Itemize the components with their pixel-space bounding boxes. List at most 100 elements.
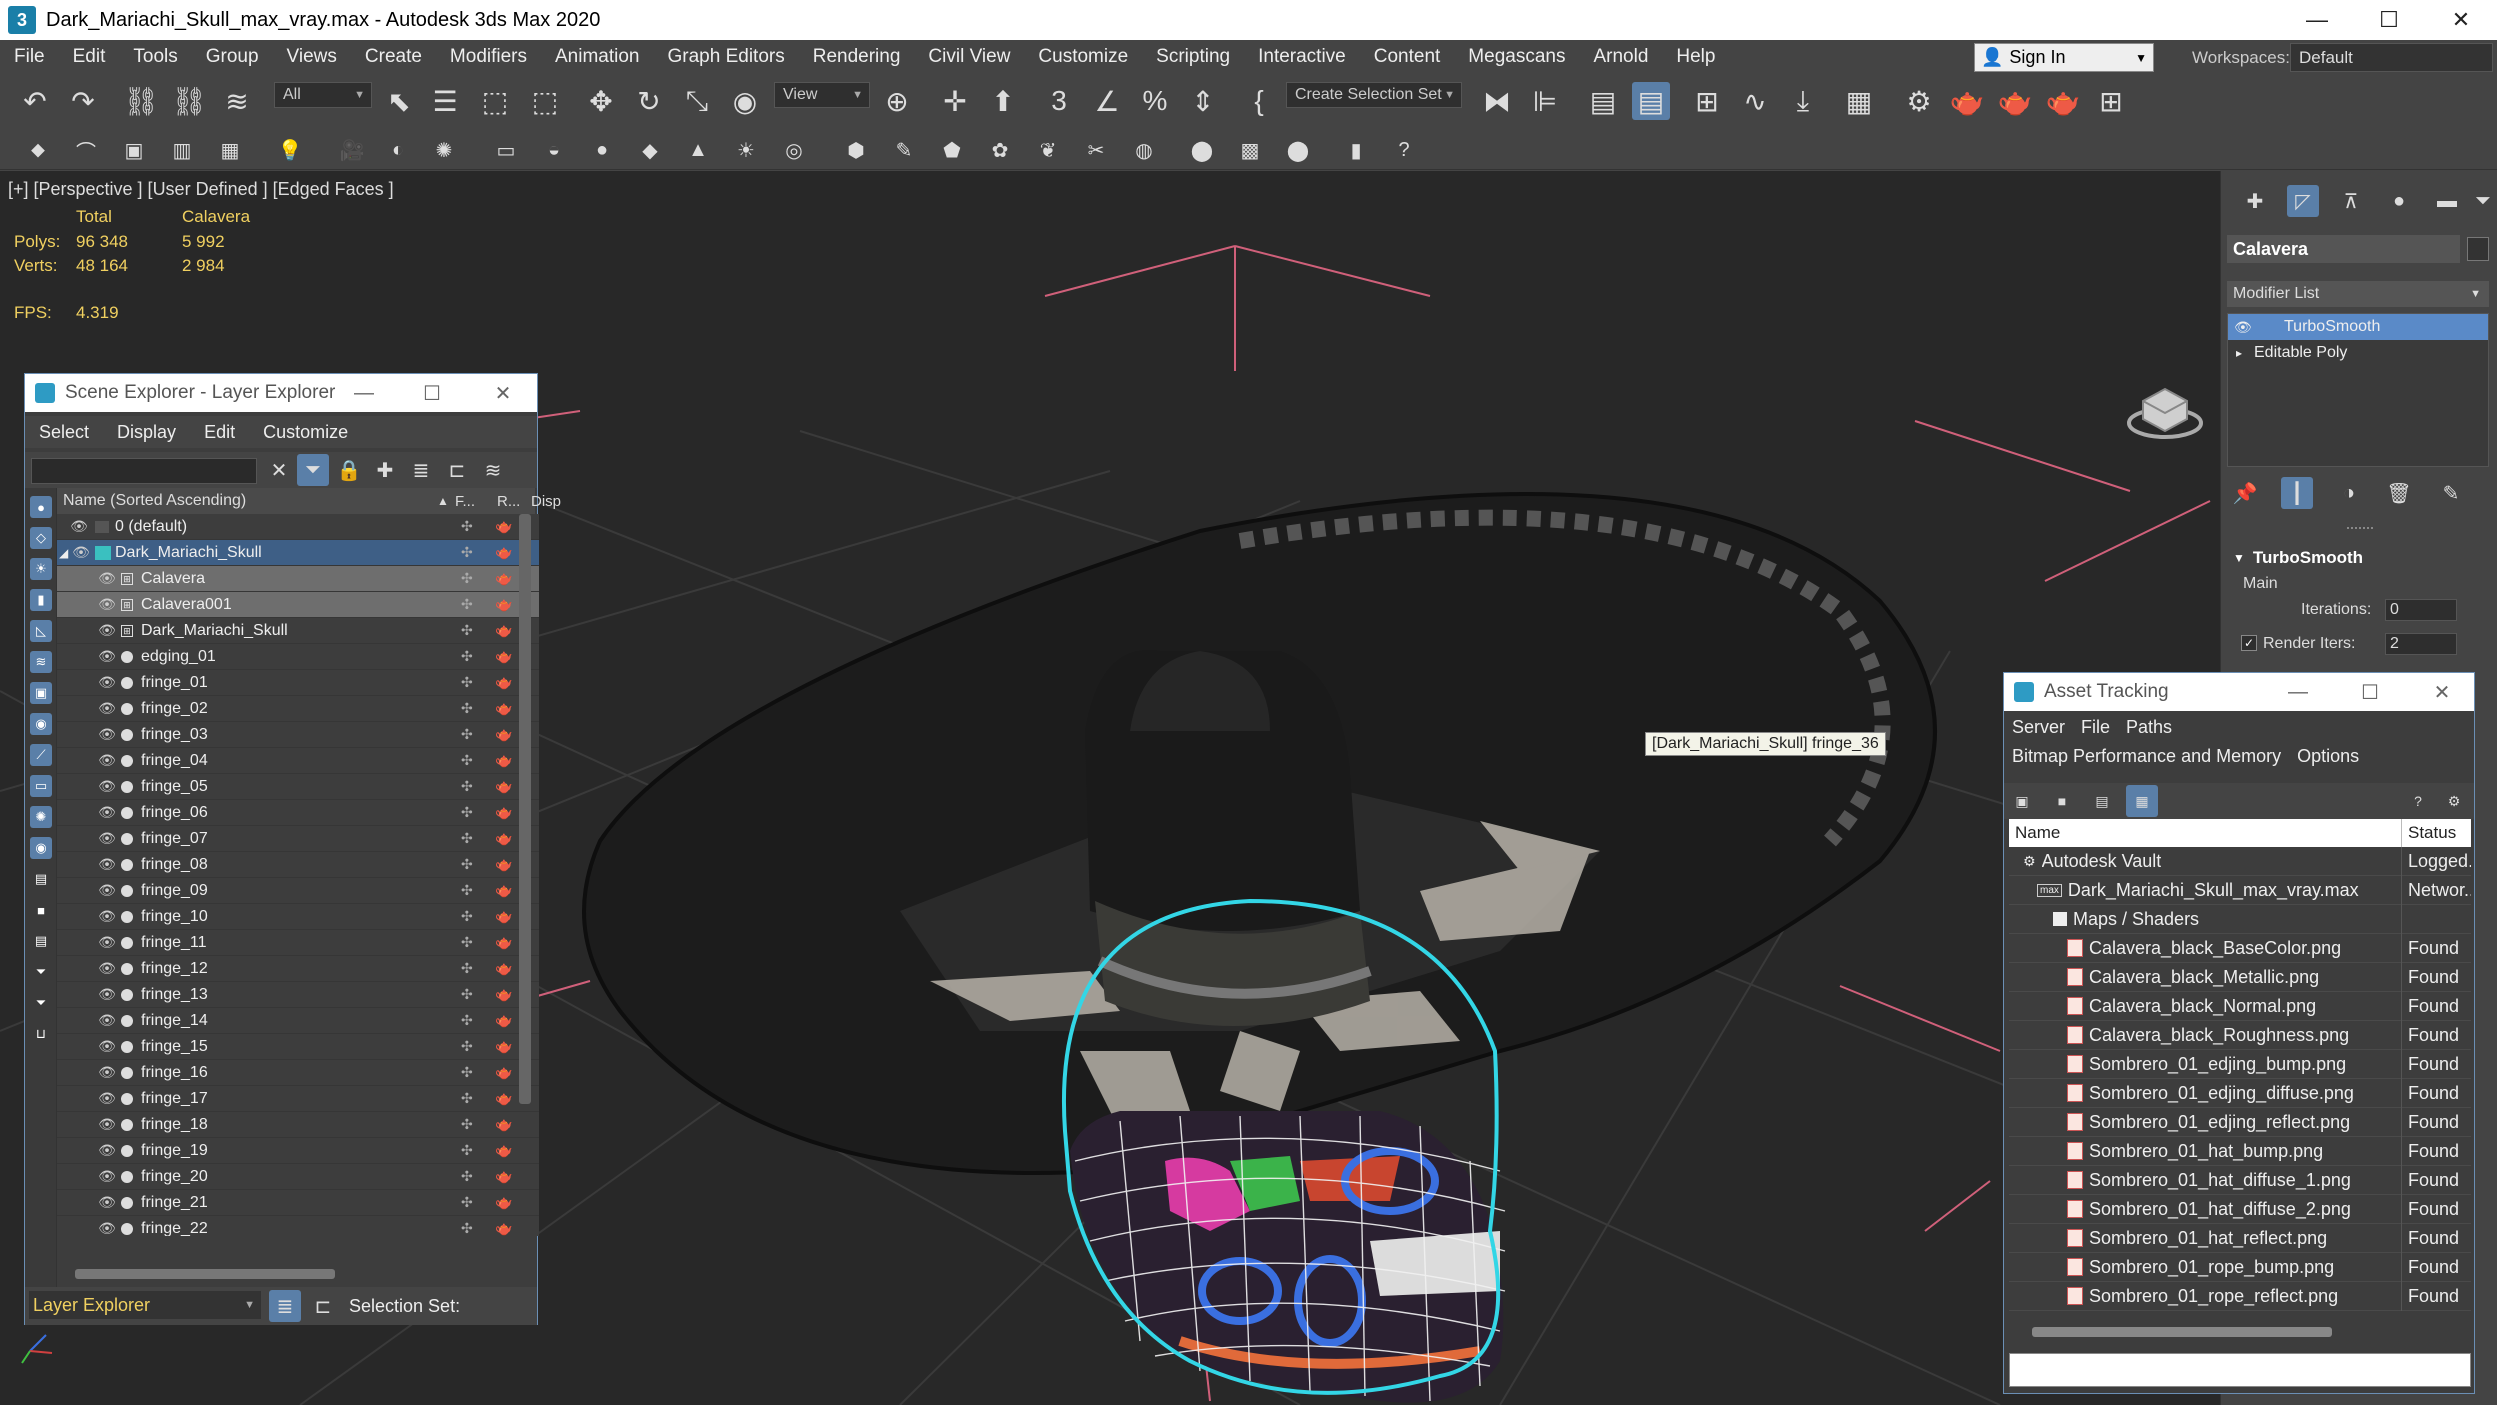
freeze-icon[interactable]: ✣ [461,544,473,561]
export-icon[interactable]: ▮ [1340,134,1372,166]
iterations-spinner[interactable]: 0 [2385,599,2457,621]
rotate-icon[interactable]: ↻ [630,82,668,120]
eye-icon[interactable]: 👁 [97,1090,117,1107]
eye-icon[interactable]: 👁 [97,882,117,899]
menu-create[interactable]: Create [351,46,436,68]
align-icon[interactable]: ⊫ [1526,82,1564,120]
menu-views[interactable]: Views [273,46,351,68]
mirror-icon[interactable]: ⧓ [1478,82,1516,120]
refresh-icon[interactable]: ▣ [2006,785,2038,817]
menu-animation[interactable]: Animation [541,46,654,68]
eye-icon[interactable]: 👁 [97,1012,117,1029]
object-name-field[interactable]: Calavera [2227,235,2460,263]
bind-space-warp-icon[interactable]: ≋ [218,82,256,120]
close-button[interactable]: ✕ [2425,0,2497,40]
hierarchy-tab-icon[interactable]: ⊼ [2335,185,2367,217]
render-teapot-icon[interactable]: 🫖 [495,1038,512,1055]
se-tree-row[interactable]: 👁 fringe_17 ✣ 🫖 [57,1086,539,1112]
light-filter-icon[interactable]: ☀ [30,558,52,580]
rect-selection-icon[interactable]: ⬚ [476,82,514,120]
menu-edit[interactable]: Edit [59,46,120,68]
render-teapot-icon[interactable]: 🫖 [495,1220,512,1236]
se-search-input[interactable] [31,458,257,484]
object-color-swatch[interactable] [2467,237,2489,261]
render-teapot-icon[interactable]: 🫖 [495,934,512,951]
decal-icon[interactable]: ❦ [1032,134,1064,166]
render-teapot-icon[interactable]: 🫖 [495,908,512,925]
lock-icon[interactable]: 🔒 [333,454,365,486]
freeze-icon[interactable]: ✣ [461,726,473,743]
at-col-status[interactable]: Status [2401,819,2456,847]
se-tree-row[interactable]: 👁 fringe_16 ✣ 🫖 [57,1060,539,1086]
window-crossing-icon[interactable]: ⬚ [526,82,564,120]
se-tree-row[interactable]: 👁 fringe_10 ✣ 🫖 [57,904,539,930]
shape-filter-icon[interactable]: ◇ [30,527,52,549]
se-tree-row[interactable]: 👁 fringe_08 ✣ 🫖 [57,852,539,878]
se-tree-row[interactable]: 👁 fringe_04 ✣ 🫖 [57,748,539,774]
menu-file[interactable]: File [0,46,59,68]
remove-modifier-icon[interactable]: 🗑 [2383,477,2415,509]
select-by-name-icon[interactable]: ☰ [426,82,464,120]
ribbon-toggle-icon[interactable]: ⊞ [1688,82,1726,120]
asset-row[interactable]: ⚙ Autodesk Vault Logged... [2009,847,2471,876]
proxy-icon[interactable]: ⬢ [840,134,872,166]
eye-icon[interactable]: 👁 [97,570,117,587]
layers-icon[interactable]: ▥ [166,134,198,166]
freeze-icon[interactable]: ✣ [461,1116,473,1133]
motion-tab-icon[interactable]: ● [2383,185,2415,217]
freeze-icon[interactable]: ✣ [461,570,473,587]
layers-icon[interactable]: ≋ [477,454,509,486]
freeze-icon[interactable]: ✣ [461,1142,473,1159]
se-tree-row[interactable]: 👁 fringe_12 ✣ 🫖 [57,956,539,982]
render-teapot-icon[interactable]: 🫖 [495,830,512,847]
render-teapot-icon[interactable]: 🫖 [495,518,512,535]
freeze-icon[interactable]: ✣ [461,1038,473,1055]
freeze-icon[interactable]: ✣ [461,830,473,847]
snaps-toggle-icon[interactable]: 3 [1040,82,1078,120]
spinner-snap-icon[interactable]: ⇕ [1184,82,1222,120]
render-icon[interactable]: ⬤ [1282,134,1314,166]
eye-icon[interactable]: 👁 [97,700,117,717]
freeze-icon[interactable]: ✣ [461,596,473,613]
selection-filter-dropdown[interactable]: All [274,82,372,108]
vfb-icon[interactable]: ⬤ [1186,134,1218,166]
helper-filter-icon[interactable]: ◺ [30,620,52,642]
se-tree-row[interactable]: 👁 fringe_11 ✣ 🫖 [57,930,539,956]
env-fog-icon[interactable]: ◍ [1128,134,1160,166]
utilities-tab-icon[interactable]: ⏷ [2467,185,2497,217]
layer-stack-icon[interactable]: ≣ [405,454,437,486]
se-menu-edit[interactable]: Edit [190,422,249,443]
at-menu-paths[interactable]: Paths [2118,717,2180,738]
se-col-frozen[interactable]: F... [455,493,475,510]
keyboard-shortcut-icon[interactable]: ⬆ [984,82,1022,120]
se-menu-display[interactable]: Display [103,422,190,443]
sphere-light-icon[interactable]: ● [586,134,618,166]
eye-icon[interactable]: 👁 [97,1168,117,1185]
asset-row[interactable]: Maps / Shaders [2009,904,2471,934]
render-teapot-icon[interactable]: 🫖 [495,544,512,561]
menu-group[interactable]: Group [192,46,273,68]
sign-in-dropdown[interactable]: 👤 Sign In ▼ [1974,43,2154,72]
curve-editor-icon[interactable]: ∿ [1736,82,1774,120]
at-maximize-button[interactable]: ☐ [2347,673,2393,711]
asset-row[interactable]: Sombrero_01_hat_diffuse_2.png Found [2009,1194,2471,1224]
freeze-icon[interactable]: ✣ [461,648,473,665]
eye-icon[interactable]: 👁 [97,622,117,639]
render-to-texture-icon[interactable]: ⊞ [2092,82,2130,120]
eye-icon[interactable]: 👁 [97,778,117,795]
explorer-type-dropdown[interactable]: Layer Explorer ▼ [29,1291,261,1319]
render-teapot-icon[interactable]: 🫖 [495,1116,512,1133]
stack-item-turbosmooth[interactable]: 👁 TurboSmooth [2228,314,2488,340]
freeze-icon[interactable]: ✣ [461,1090,473,1107]
eye-icon[interactable]: 👁 [97,804,117,821]
render-teapot-icon[interactable]: 🫖 [495,1012,512,1029]
se-tree-row[interactable]: 👁 ⊞ Dark_Mariachi_Skull ✣ 🫖 [57,618,539,644]
se-menu-customize[interactable]: Customize [249,422,362,443]
asset-row[interactable]: Sombrero_01_rope_reflect.png Found [2009,1281,2471,1311]
tree-view-icon[interactable]: ▦ [2126,785,2158,817]
eye-icon[interactable]: 👁 [97,856,117,873]
spacewarp-filter-icon[interactable]: ≋ [30,651,52,673]
eye-icon[interactable]: 👁 [97,596,117,613]
page-icon[interactable]: ▤ [30,930,52,952]
clipper-icon[interactable]: ✂ [1080,134,1112,166]
